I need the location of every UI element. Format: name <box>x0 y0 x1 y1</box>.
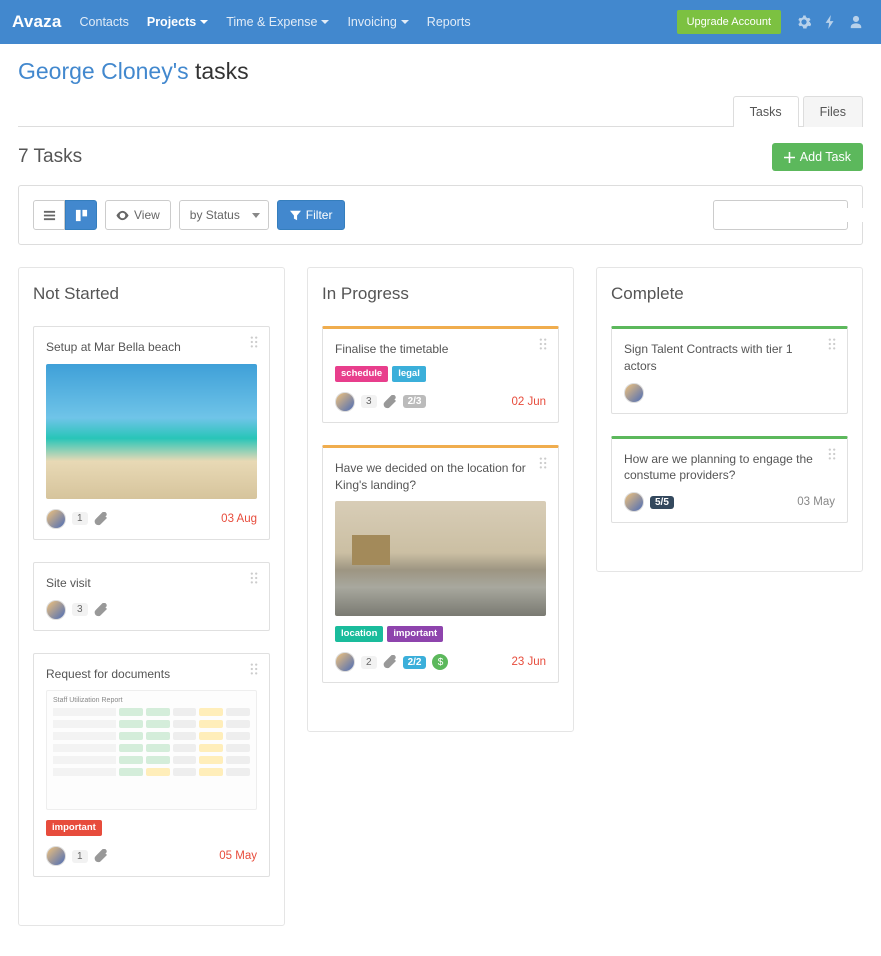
column-title: Not Started <box>33 284 270 304</box>
checklist-progress[interactable]: 2/2 <box>403 656 427 669</box>
task-count: 7 Tasks <box>18 146 82 168</box>
user-icon[interactable] <box>849 15 863 29</box>
drag-handle-icon[interactable] <box>247 335 261 349</box>
brand-logo[interactable]: Avaza <box>12 12 62 32</box>
billable-icon[interactable]: $ <box>432 654 448 670</box>
add-task-button[interactable]: Add Task <box>772 143 863 171</box>
due-date: 23 Jun <box>511 656 546 668</box>
kanban-board: Not Started Setup at Mar Bella beach 1 0… <box>18 267 863 926</box>
avatar[interactable] <box>46 846 66 866</box>
drag-handle-icon[interactable] <box>247 571 261 585</box>
attachment-icon[interactable] <box>383 655 397 669</box>
task-card[interactable]: Request for documents Staff Utilization … <box>33 653 270 878</box>
drag-handle-icon[interactable] <box>825 447 839 461</box>
chevron-down-icon <box>401 20 409 24</box>
avatar[interactable] <box>46 509 66 529</box>
drag-handle-icon[interactable] <box>825 337 839 351</box>
task-title: Request for documents <box>46 666 257 683</box>
attachment-icon[interactable] <box>383 395 397 409</box>
tab-tasks[interactable]: Tasks <box>733 96 799 127</box>
avatar[interactable] <box>624 492 644 512</box>
tag-important[interactable]: important <box>46 820 102 836</box>
column-title: Complete <box>611 284 848 304</box>
owner-name[interactable]: George Cloney's <box>18 58 189 84</box>
due-date: 02 Jun <box>511 396 546 408</box>
page-title: George Cloney's tasks <box>18 58 863 85</box>
task-card[interactable]: Sign Talent Contracts with tier 1 actors <box>611 326 848 414</box>
task-title: Setup at Mar Bella beach <box>46 339 257 356</box>
gear-icon[interactable] <box>797 15 811 29</box>
view-options-button[interactable]: View <box>105 200 171 230</box>
due-date: 05 May <box>219 850 257 862</box>
board-view-button[interactable] <box>65 200 97 230</box>
comment-count[interactable]: 3 <box>72 603 88 616</box>
avatar[interactable] <box>335 392 355 412</box>
task-card[interactable]: Site visit 3 <box>33 562 270 631</box>
task-card[interactable]: How are we planning to engage the constu… <box>611 436 848 524</box>
nav-reports[interactable]: Reports <box>427 15 471 29</box>
content-tabs: Tasks Files <box>18 95 863 127</box>
task-card[interactable]: Finalise the timetable schedule legal 3 … <box>322 326 559 423</box>
column-title: In Progress <box>322 284 559 304</box>
tag-legal[interactable]: legal <box>392 366 426 382</box>
due-date: 03 May <box>797 496 835 508</box>
tag-important[interactable]: important <box>387 626 443 642</box>
task-card[interactable]: Setup at Mar Bella beach 1 03 Aug <box>33 326 270 540</box>
chevron-down-icon <box>321 20 329 24</box>
column-complete: Complete Sign Talent Contracts with tier… <box>596 267 863 572</box>
avatar[interactable] <box>335 652 355 672</box>
bolt-icon[interactable] <box>823 15 837 29</box>
column-not-started: Not Started Setup at Mar Bella beach 1 0… <box>18 267 285 926</box>
checklist-progress[interactable]: 2/3 <box>403 395 427 408</box>
tag-schedule[interactable]: schedule <box>335 366 388 382</box>
attachment-icon[interactable] <box>94 512 108 526</box>
due-date: 03 Aug <box>221 513 257 525</box>
toolbar: View by Status Filter <box>18 185 863 245</box>
group-by-select[interactable]: by Status <box>179 200 269 230</box>
chevron-down-icon <box>200 20 208 24</box>
checklist-progress[interactable]: 5/5 <box>650 496 674 509</box>
task-title: Site visit <box>46 575 257 592</box>
task-image: Staff Utilization Report <box>46 690 257 810</box>
task-image <box>46 364 257 499</box>
task-title: Have we decided on the location for King… <box>335 460 546 494</box>
list-view-button[interactable] <box>33 200 65 230</box>
avatar[interactable] <box>46 600 66 620</box>
search-input[interactable] <box>713 200 848 230</box>
task-title: How are we planning to engage the constu… <box>624 451 835 485</box>
comment-count[interactable]: 1 <box>72 512 88 525</box>
comment-count[interactable]: 1 <box>72 850 88 863</box>
search-field[interactable] <box>722 208 877 222</box>
task-title: Sign Talent Contracts with tier 1 actors <box>624 341 835 375</box>
nav-invoicing[interactable]: Invoicing <box>347 15 408 29</box>
task-card[interactable]: Have we decided on the location for King… <box>322 445 559 684</box>
upgrade-account-button[interactable]: Upgrade Account <box>677 10 781 34</box>
avatar[interactable] <box>624 383 644 403</box>
task-title: Finalise the timetable <box>335 341 546 358</box>
drag-handle-icon[interactable] <box>536 456 550 470</box>
drag-handle-icon[interactable] <box>247 662 261 676</box>
tag-location[interactable]: location <box>335 626 383 642</box>
nav-contacts[interactable]: Contacts <box>80 15 129 29</box>
column-in-progress: In Progress Finalise the timetable sched… <box>307 267 574 732</box>
comment-count[interactable]: 2 <box>361 656 377 669</box>
nav-time-expense[interactable]: Time & Expense <box>226 15 329 29</box>
attachment-icon[interactable] <box>94 849 108 863</box>
attachment-icon[interactable] <box>94 603 108 617</box>
filter-button[interactable]: Filter <box>277 200 346 230</box>
tab-files[interactable]: Files <box>803 96 863 127</box>
task-image <box>335 501 546 616</box>
nav-projects[interactable]: Projects <box>147 15 208 29</box>
top-navbar: Avaza Contacts Projects Time & Expense I… <box>0 0 881 44</box>
drag-handle-icon[interactable] <box>536 337 550 351</box>
comment-count[interactable]: 3 <box>361 395 377 408</box>
